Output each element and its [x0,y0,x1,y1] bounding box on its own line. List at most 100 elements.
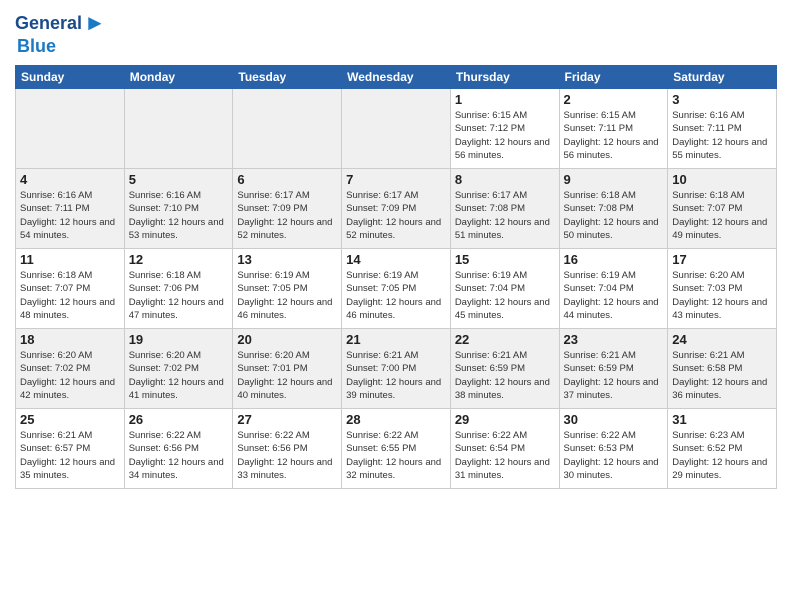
day-info: Sunrise: 6:19 AM Sunset: 7:04 PM Dayligh… [564,269,664,322]
sunrise-label: Sunrise: 6:20 AM [237,350,309,361]
calendar-cell [16,89,125,169]
calendar-cell: 26 Sunrise: 6:22 AM Sunset: 6:56 PM Dayl… [124,409,233,489]
calendar-cell: 3 Sunrise: 6:16 AM Sunset: 7:11 PM Dayli… [668,89,777,169]
col-wednesday: Wednesday [342,66,451,89]
sunrise-label: Sunrise: 6:19 AM [237,270,309,281]
sunrise-label: Sunrise: 6:21 AM [564,350,636,361]
day-number: 4 [20,172,120,187]
calendar-cell: 19 Sunrise: 6:20 AM Sunset: 7:02 PM Dayl… [124,329,233,409]
calendar-cell: 27 Sunrise: 6:22 AM Sunset: 6:56 PM Dayl… [233,409,342,489]
day-info: Sunrise: 6:22 AM Sunset: 6:54 PM Dayligh… [455,429,555,482]
day-number: 8 [455,172,555,187]
sunrise-label: Sunrise: 6:21 AM [346,350,418,361]
daylight-label: Daylight: 12 hours and 48 minutes. [20,297,115,321]
calendar-cell [342,89,451,169]
sunrise-label: Sunrise: 6:16 AM [129,190,201,201]
day-number: 18 [20,332,120,347]
calendar-cell: 16 Sunrise: 6:19 AM Sunset: 7:04 PM Dayl… [559,249,668,329]
daylight-label: Daylight: 12 hours and 29 minutes. [672,457,767,481]
day-info: Sunrise: 6:19 AM Sunset: 7:05 PM Dayligh… [346,269,446,322]
day-number: 21 [346,332,446,347]
sunrise-label: Sunrise: 6:22 AM [346,430,418,441]
calendar-cell: 25 Sunrise: 6:21 AM Sunset: 6:57 PM Dayl… [16,409,125,489]
daylight-label: Daylight: 12 hours and 40 minutes. [237,377,332,401]
col-sunday: Sunday [16,66,125,89]
sunset-label: Sunset: 7:11 PM [672,123,742,134]
day-info: Sunrise: 6:22 AM Sunset: 6:56 PM Dayligh… [237,429,337,482]
calendar-cell: 28 Sunrise: 6:22 AM Sunset: 6:55 PM Dayl… [342,409,451,489]
sunset-label: Sunset: 7:02 PM [20,363,90,374]
daylight-label: Daylight: 12 hours and 50 minutes. [564,217,659,241]
sunrise-label: Sunrise: 6:16 AM [20,190,92,201]
sunset-label: Sunset: 7:00 PM [346,363,416,374]
calendar-week-row: 18 Sunrise: 6:20 AM Sunset: 7:02 PM Dayl… [16,329,777,409]
daylight-label: Daylight: 12 hours and 42 minutes. [20,377,115,401]
calendar-cell: 6 Sunrise: 6:17 AM Sunset: 7:09 PM Dayli… [233,169,342,249]
sunset-label: Sunset: 7:01 PM [237,363,307,374]
calendar-cell: 17 Sunrise: 6:20 AM Sunset: 7:03 PM Dayl… [668,249,777,329]
sunrise-label: Sunrise: 6:22 AM [237,430,309,441]
daylight-label: Daylight: 12 hours and 56 minutes. [455,137,550,161]
day-number: 7 [346,172,446,187]
sunset-label: Sunset: 6:59 PM [564,363,634,374]
sunrise-label: Sunrise: 6:21 AM [672,350,744,361]
day-number: 19 [129,332,229,347]
day-info: Sunrise: 6:21 AM Sunset: 6:57 PM Dayligh… [20,429,120,482]
sunset-label: Sunset: 7:02 PM [129,363,199,374]
calendar-week-row: 25 Sunrise: 6:21 AM Sunset: 6:57 PM Dayl… [16,409,777,489]
daylight-label: Daylight: 12 hours and 36 minutes. [672,377,767,401]
sunrise-label: Sunrise: 6:19 AM [455,270,527,281]
sunrise-label: Sunrise: 6:17 AM [237,190,309,201]
sunrise-label: Sunrise: 6:16 AM [672,110,744,121]
calendar-cell: 11 Sunrise: 6:18 AM Sunset: 7:07 PM Dayl… [16,249,125,329]
daylight-label: Daylight: 12 hours and 37 minutes. [564,377,659,401]
day-info: Sunrise: 6:19 AM Sunset: 7:05 PM Dayligh… [237,269,337,322]
day-number: 5 [129,172,229,187]
sunset-label: Sunset: 6:56 PM [129,443,199,454]
daylight-label: Daylight: 12 hours and 53 minutes. [129,217,224,241]
daylight-label: Daylight: 12 hours and 38 minutes. [455,377,550,401]
daylight-label: Daylight: 12 hours and 55 minutes. [672,137,767,161]
col-friday: Friday [559,66,668,89]
day-number: 24 [672,332,772,347]
day-number: 9 [564,172,664,187]
day-number: 26 [129,412,229,427]
calendar-cell: 13 Sunrise: 6:19 AM Sunset: 7:05 PM Dayl… [233,249,342,329]
sunrise-label: Sunrise: 6:22 AM [564,430,636,441]
calendar-cell: 9 Sunrise: 6:18 AM Sunset: 7:08 PM Dayli… [559,169,668,249]
sunset-label: Sunset: 7:11 PM [564,123,634,134]
day-info: Sunrise: 6:15 AM Sunset: 7:11 PM Dayligh… [564,109,664,162]
day-number: 10 [672,172,772,187]
col-monday: Monday [124,66,233,89]
daylight-label: Daylight: 12 hours and 52 minutes. [237,217,332,241]
daylight-label: Daylight: 12 hours and 51 minutes. [455,217,550,241]
calendar-cell: 22 Sunrise: 6:21 AM Sunset: 6:59 PM Dayl… [450,329,559,409]
sunset-label: Sunset: 6:54 PM [455,443,525,454]
sunset-label: Sunset: 6:55 PM [346,443,416,454]
day-info: Sunrise: 6:18 AM Sunset: 7:08 PM Dayligh… [564,189,664,242]
day-number: 20 [237,332,337,347]
sunrise-label: Sunrise: 6:22 AM [129,430,201,441]
day-number: 22 [455,332,555,347]
calendar-cell: 1 Sunrise: 6:15 AM Sunset: 7:12 PM Dayli… [450,89,559,169]
day-number: 28 [346,412,446,427]
sunset-label: Sunset: 7:05 PM [346,283,416,294]
day-info: Sunrise: 6:21 AM Sunset: 7:00 PM Dayligh… [346,349,446,402]
calendar-cell: 18 Sunrise: 6:20 AM Sunset: 7:02 PM Dayl… [16,329,125,409]
sunset-label: Sunset: 7:09 PM [237,203,307,214]
day-info: Sunrise: 6:22 AM Sunset: 6:53 PM Dayligh… [564,429,664,482]
day-number: 2 [564,92,664,107]
sunset-label: Sunset: 7:11 PM [20,203,90,214]
sunset-label: Sunset: 7:09 PM [346,203,416,214]
day-info: Sunrise: 6:23 AM Sunset: 6:52 PM Dayligh… [672,429,772,482]
calendar-cell: 31 Sunrise: 6:23 AM Sunset: 6:52 PM Dayl… [668,409,777,489]
day-number: 25 [20,412,120,427]
sunset-label: Sunset: 6:52 PM [672,443,742,454]
daylight-label: Daylight: 12 hours and 44 minutes. [564,297,659,321]
day-number: 12 [129,252,229,267]
sunset-label: Sunset: 7:10 PM [129,203,199,214]
sunrise-label: Sunrise: 6:19 AM [564,270,636,281]
day-info: Sunrise: 6:17 AM Sunset: 7:08 PM Dayligh… [455,189,555,242]
calendar-cell: 21 Sunrise: 6:21 AM Sunset: 7:00 PM Dayl… [342,329,451,409]
calendar-cell: 15 Sunrise: 6:19 AM Sunset: 7:04 PM Dayl… [450,249,559,329]
